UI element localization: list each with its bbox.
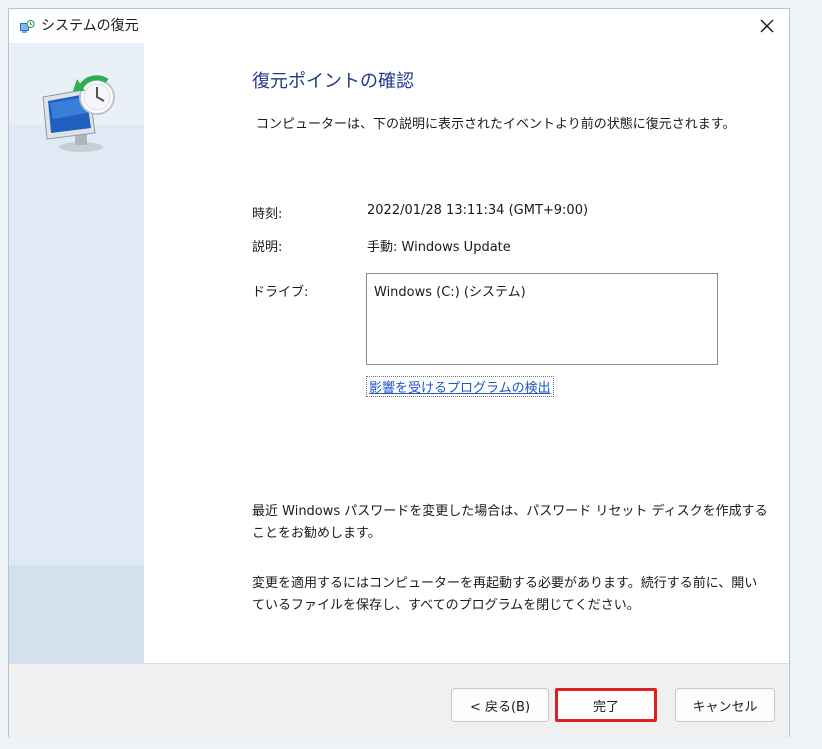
content-area: 復元ポイントの確認 コンピューターは、下の説明に表示されたイベントより前の状態に… — [144, 43, 789, 663]
close-button[interactable] — [745, 9, 789, 43]
restart-note-line-2: ているファイルを保存し、すべてのプログラムを閉じてください。 — [252, 598, 640, 613]
list-item[interactable]: Windows (C:) (システム) — [374, 281, 526, 300]
side-panel-bottom-band — [9, 565, 144, 663]
time-value: 2022/01/28 13:11:34 (GMT+9:00) — [367, 203, 589, 218]
password-note: 最近 Windows パスワードを変更した場合は、パスワード リセット ディスク… — [252, 501, 772, 545]
page-title: 復元ポイントの確認 — [252, 71, 414, 92]
drive-list[interactable]: Windows (C:) (システム) — [366, 273, 718, 365]
restart-note: 変更を適用するにはコンピューターを再起動する必要があります。続行する前に、開い … — [252, 573, 772, 617]
intro-text: コンピューターは、下の説明に表示されたイベントより前の状態に復元されます。 — [256, 117, 736, 132]
button-bar: < 戻る(B) 完了 キャンセル — [9, 663, 789, 738]
back-button[interactable]: < 戻る(B) — [451, 688, 549, 722]
monitor-restore-clock-icon — [42, 75, 115, 152]
description-label: 説明: — [252, 240, 283, 255]
system-restore-icon — [20, 19, 35, 33]
password-note-line-1: 最近 Windows パスワードを変更した場合は、パスワード リセット ディスク… — [252, 504, 768, 519]
side-panel — [9, 43, 144, 663]
scan-affected-programs-link[interactable]: 影響を受けるプログラムの検出 — [366, 376, 554, 397]
restart-note-line-1: 変更を適用するにはコンピューターを再起動する必要があります。続行する前に、開い — [252, 576, 758, 591]
finish-button[interactable]: 完了 — [555, 688, 657, 722]
system-restore-dialog: システムの復元 復元ポイントの確認 コンピューターは、下の説明に表示されたイベン… — [8, 8, 790, 738]
window-title: システムの復元 — [41, 18, 139, 34]
password-note-line-2: ことをお勧めします。 — [252, 526, 381, 541]
time-label: 時刻: — [252, 207, 283, 222]
description-value: 手動: Windows Update — [367, 240, 511, 255]
drive-label: ドライブ: — [252, 285, 309, 300]
cancel-button[interactable]: キャンセル — [675, 688, 775, 722]
close-icon — [760, 19, 774, 33]
title-bar: システムの復元 — [9, 9, 789, 43]
